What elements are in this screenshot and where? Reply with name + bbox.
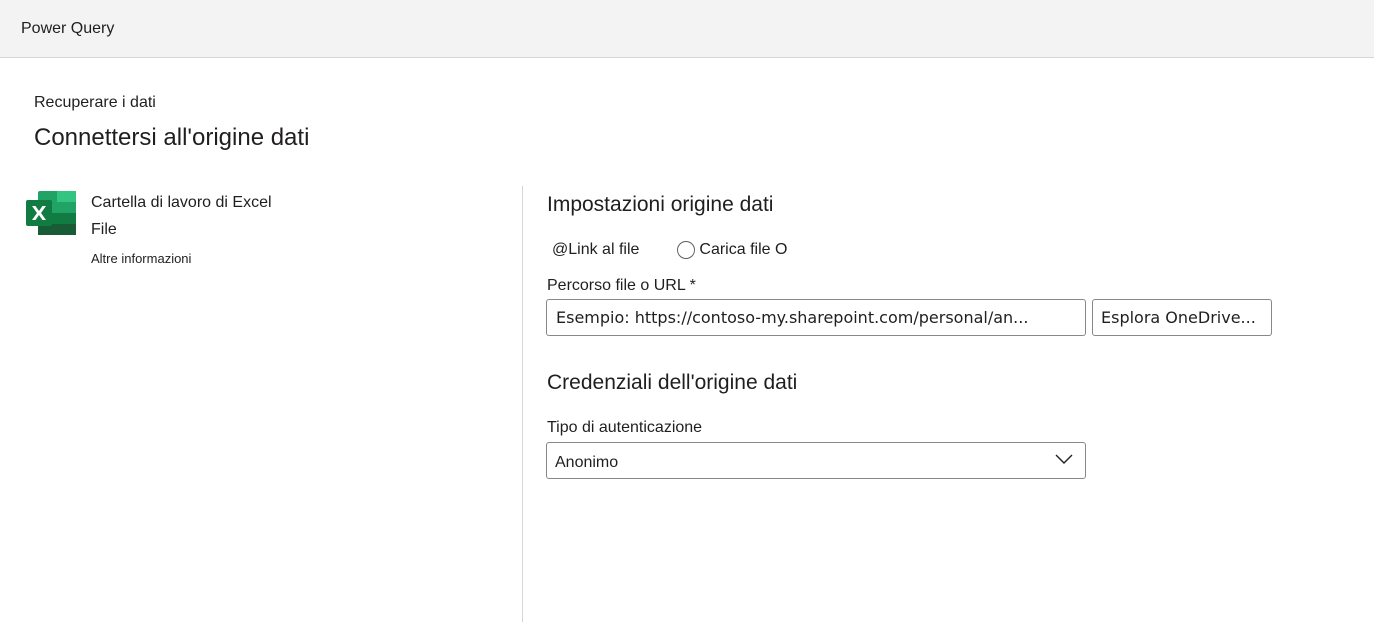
auth-type-label: Tipo di autenticazione bbox=[547, 419, 703, 436]
connector-category: File bbox=[91, 221, 117, 238]
more-info-link[interactable]: Altre informazioni bbox=[91, 251, 191, 266]
app-title: Power Query bbox=[21, 20, 115, 37]
file-path-input[interactable] bbox=[546, 299, 1086, 336]
connector-info-pane: Cartella di lavoro di Excel File Altre i… bbox=[0, 186, 522, 622]
connector-name: Cartella di lavoro di Excel bbox=[91, 194, 272, 211]
radio-upload-file[interactable]: Carica file O bbox=[677, 241, 787, 259]
auth-type-dropdown[interactable]: Anonimo bbox=[546, 442, 1086, 479]
radio-link-to-file[interactable]: @Link al file bbox=[552, 241, 639, 259]
chevron-down-icon bbox=[1055, 454, 1073, 464]
pane-divider bbox=[522, 186, 523, 622]
credentials-section-title: Credenziali dell'origine dati bbox=[547, 371, 798, 394]
settings-section-title: Impostazioni origine dati bbox=[547, 193, 774, 216]
file-path-label: Percorso file o URL * bbox=[547, 277, 696, 294]
breadcrumb: Recuperare i dati bbox=[34, 94, 156, 111]
radio-button-icon[interactable] bbox=[677, 241, 696, 259]
auth-type-value: Anonimo bbox=[555, 454, 619, 471]
browse-onedrive-button[interactable]: Esplora OneDrive... bbox=[1092, 299, 1272, 336]
page-title: Connettersi all'origine dati bbox=[34, 124, 310, 151]
source-type-radio-group: @Link al file Carica file O bbox=[552, 240, 787, 260]
radio-upload-file-label: Carica file O bbox=[699, 241, 788, 258]
title-bar: Power Query bbox=[0, 0, 1374, 58]
radio-link-to-file-label: @Link al file bbox=[552, 241, 640, 258]
excel-icon bbox=[26, 191, 76, 235]
